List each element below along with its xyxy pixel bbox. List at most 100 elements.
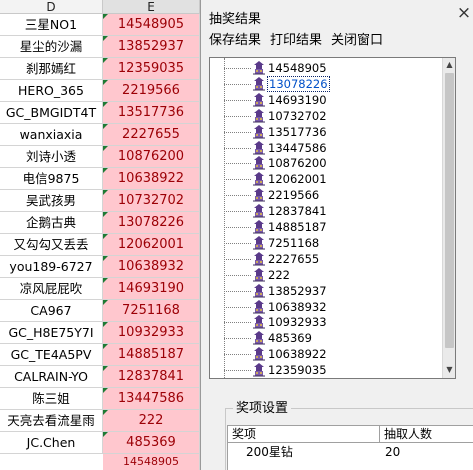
cell-name[interactable]: GC_TE4A5PV — [0, 344, 103, 366]
result-tree[interactable]: 14548905 13078226 14693190 10732702 13517736… — [209, 57, 456, 379]
number-as-text-indicator-icon — [103, 234, 108, 239]
prize-table[interactable]: 奖项 抽取人数 200星钻 20 — [227, 425, 473, 470]
menu-print-results[interactable]: 打印结果 — [270, 32, 322, 50]
cell-name[interactable]: 又勾勾又丢丢 — [0, 234, 103, 256]
cell-id[interactable]: 485369 — [103, 432, 200, 454]
cell-name[interactable]: 三星NO1 — [0, 14, 103, 36]
cell-name[interactable]: 刹那嫣红 — [0, 58, 103, 80]
result-tree-item[interactable]: 14885187 — [210, 219, 442, 235]
cell-name[interactable]: GC_BMGIDT4T — [0, 102, 103, 124]
cell-id[interactable]: 13447586 — [103, 388, 200, 410]
tree-connector — [224, 306, 251, 308]
result-tree-item[interactable]: 2219566 — [210, 187, 442, 203]
count-cell[interactable]: 20 — [385, 444, 400, 461]
number-as-text-indicator-icon — [103, 410, 108, 415]
sheet-row: 天亮去看流星雨 222 — [0, 410, 206, 432]
cell-id[interactable]: 13517736 — [103, 102, 200, 124]
cell-name[interactable]: 刘诗小透 — [0, 146, 103, 168]
cell-id[interactable]: 7251168 — [103, 300, 200, 322]
prize-column-header[interactable]: 奖项 — [228, 426, 380, 443]
user-node-icon — [251, 299, 267, 315]
cell-id[interactable]: 12837841 — [103, 366, 200, 388]
cell-name[interactable]: GC_H8E75Y7I — [0, 322, 103, 344]
number-as-text-indicator-icon — [103, 58, 108, 63]
sheet-row: GC_BMGIDT4T 13517736 — [0, 102, 206, 124]
count-column-header[interactable]: 抽取人数 — [380, 426, 473, 443]
cell-name[interactable]: JC.Chen — [0, 432, 103, 454]
result-tree-item[interactable]: 12359035 — [210, 362, 442, 378]
result-tree-item[interactable]: 7251168 — [210, 235, 442, 251]
menu-close-window[interactable]: 关闭窗口 — [331, 32, 383, 50]
result-tree-item-label: 7251168 — [268, 235, 320, 250]
cell-id[interactable]: 14693190 — [103, 278, 200, 300]
user-node-icon — [251, 330, 267, 346]
sheet-row: you189-6727 10638932 — [0, 256, 206, 278]
cell-id[interactable]: 10638932 — [103, 256, 200, 278]
cell-name[interactable]: 天亮去看流星雨 — [0, 410, 103, 432]
cell-id[interactable]: 10638922 — [103, 168, 200, 190]
sheet-row: 又勾勾又丢丢 12062001 — [0, 234, 206, 256]
result-tree-item[interactable]: 10638932 — [210, 299, 442, 315]
column-header-d[interactable]: D — [0, 0, 103, 14]
cell-id[interactable]: 10932933 — [103, 322, 200, 344]
cell-id[interactable]: 12062001 — [103, 234, 200, 256]
sheet-rows: 三星NO1 14548905 星尘的沙漏 13852937 刹那嫣红 12359035 HE… — [0, 14, 206, 454]
result-tree-item[interactable]: 485369 — [210, 330, 442, 346]
sheet-row: HERO_365 2219566 — [0, 80, 206, 102]
tree-connector — [224, 99, 251, 101]
cell-name[interactable]: 陈三姐 — [0, 388, 103, 410]
cell-id[interactable]: 10732702 — [103, 190, 200, 212]
prize-cell[interactable]: 200星钻 — [246, 444, 293, 461]
result-tree-item[interactable]: 10732702 — [210, 108, 442, 124]
cell-name[interactable]: CALRAIN-YO — [0, 366, 103, 388]
vertical-scrollbar[interactable]: ▲ ▼ — [442, 58, 455, 378]
cell-id[interactable]: 2227655 — [103, 124, 200, 146]
sheet-row: 吴武孩男 10732702 — [0, 190, 206, 212]
cell-id[interactable]: 222 — [103, 410, 200, 432]
cell-id[interactable]: 2219566 — [103, 80, 200, 102]
result-tree-item[interactable]: 10876200 — [210, 155, 442, 171]
cell-id[interactable]: 13078226 — [103, 212, 200, 234]
result-tree-item[interactable]: 13447586 — [210, 140, 442, 156]
user-node-icon — [251, 171, 267, 187]
scroll-down-icon[interactable]: ▼ — [443, 363, 455, 377]
cell-name[interactable]: wanxiaxia — [0, 124, 103, 146]
result-tree-item[interactable]: 13852937 — [210, 283, 442, 299]
cell-name[interactable]: CA967 — [0, 300, 103, 322]
result-tree-item[interactable]: 13517736 — [210, 124, 442, 140]
cell-name[interactable]: 吴武孩男 — [0, 190, 103, 212]
cell-name[interactable]: 企鹅古典 — [0, 212, 103, 234]
cell-name[interactable]: 电信9875 — [0, 168, 103, 190]
menu-save-results[interactable]: 保存结果 — [209, 32, 261, 50]
result-tree-item[interactable]: 13078226 — [210, 75, 442, 92]
result-tree-item[interactable]: 10638922 — [210, 346, 442, 362]
result-tree-item[interactable]: 12062001 — [210, 171, 442, 187]
result-tree-item-label: 222 — [268, 267, 290, 282]
cell-id[interactable]: 13852937 — [103, 36, 200, 58]
cell-id[interactable]: 14548905 — [103, 14, 200, 36]
result-tree-item[interactable]: 12837841 — [210, 203, 442, 219]
column-header-e[interactable]: E — [103, 0, 200, 14]
tree-connector — [224, 83, 251, 85]
result-tree-item-label: 13078226 — [267, 75, 330, 92]
scroll-thumb[interactable] — [445, 73, 454, 348]
cell-name[interactable]: 凉风屁屁吹 — [0, 278, 103, 300]
cell-name[interactable]: you189-6727 — [0, 256, 103, 278]
partial-cell-e[interactable]: 14548905 — [103, 454, 200, 470]
result-tree-item[interactable]: 10932933 — [210, 314, 442, 330]
cell-id[interactable]: 10876200 — [103, 146, 200, 168]
result-tree-item-label: 10732702 — [268, 108, 327, 123]
result-tree-item[interactable]: 14693190 — [210, 92, 442, 108]
cell-name[interactable]: HERO_365 — [0, 80, 103, 102]
scroll-up-icon[interactable]: ▲ — [443, 58, 455, 72]
close-icon[interactable]: × — [454, 3, 473, 23]
result-tree-item[interactable]: 222 — [210, 267, 442, 283]
result-tree-item[interactable]: 2227655 — [210, 251, 442, 267]
dialog-title: 抽奖结果 — [209, 12, 262, 27]
result-tree-item[interactable]: 14548905 — [210, 60, 442, 76]
cell-id[interactable]: 12359035 — [103, 58, 200, 80]
cell-id[interactable]: 14885187 — [103, 344, 200, 366]
cell-name[interactable]: 星尘的沙漏 — [0, 36, 103, 58]
tree-connector — [224, 179, 251, 181]
sheet-row: 凉风屁屁吹 14693190 — [0, 278, 206, 300]
